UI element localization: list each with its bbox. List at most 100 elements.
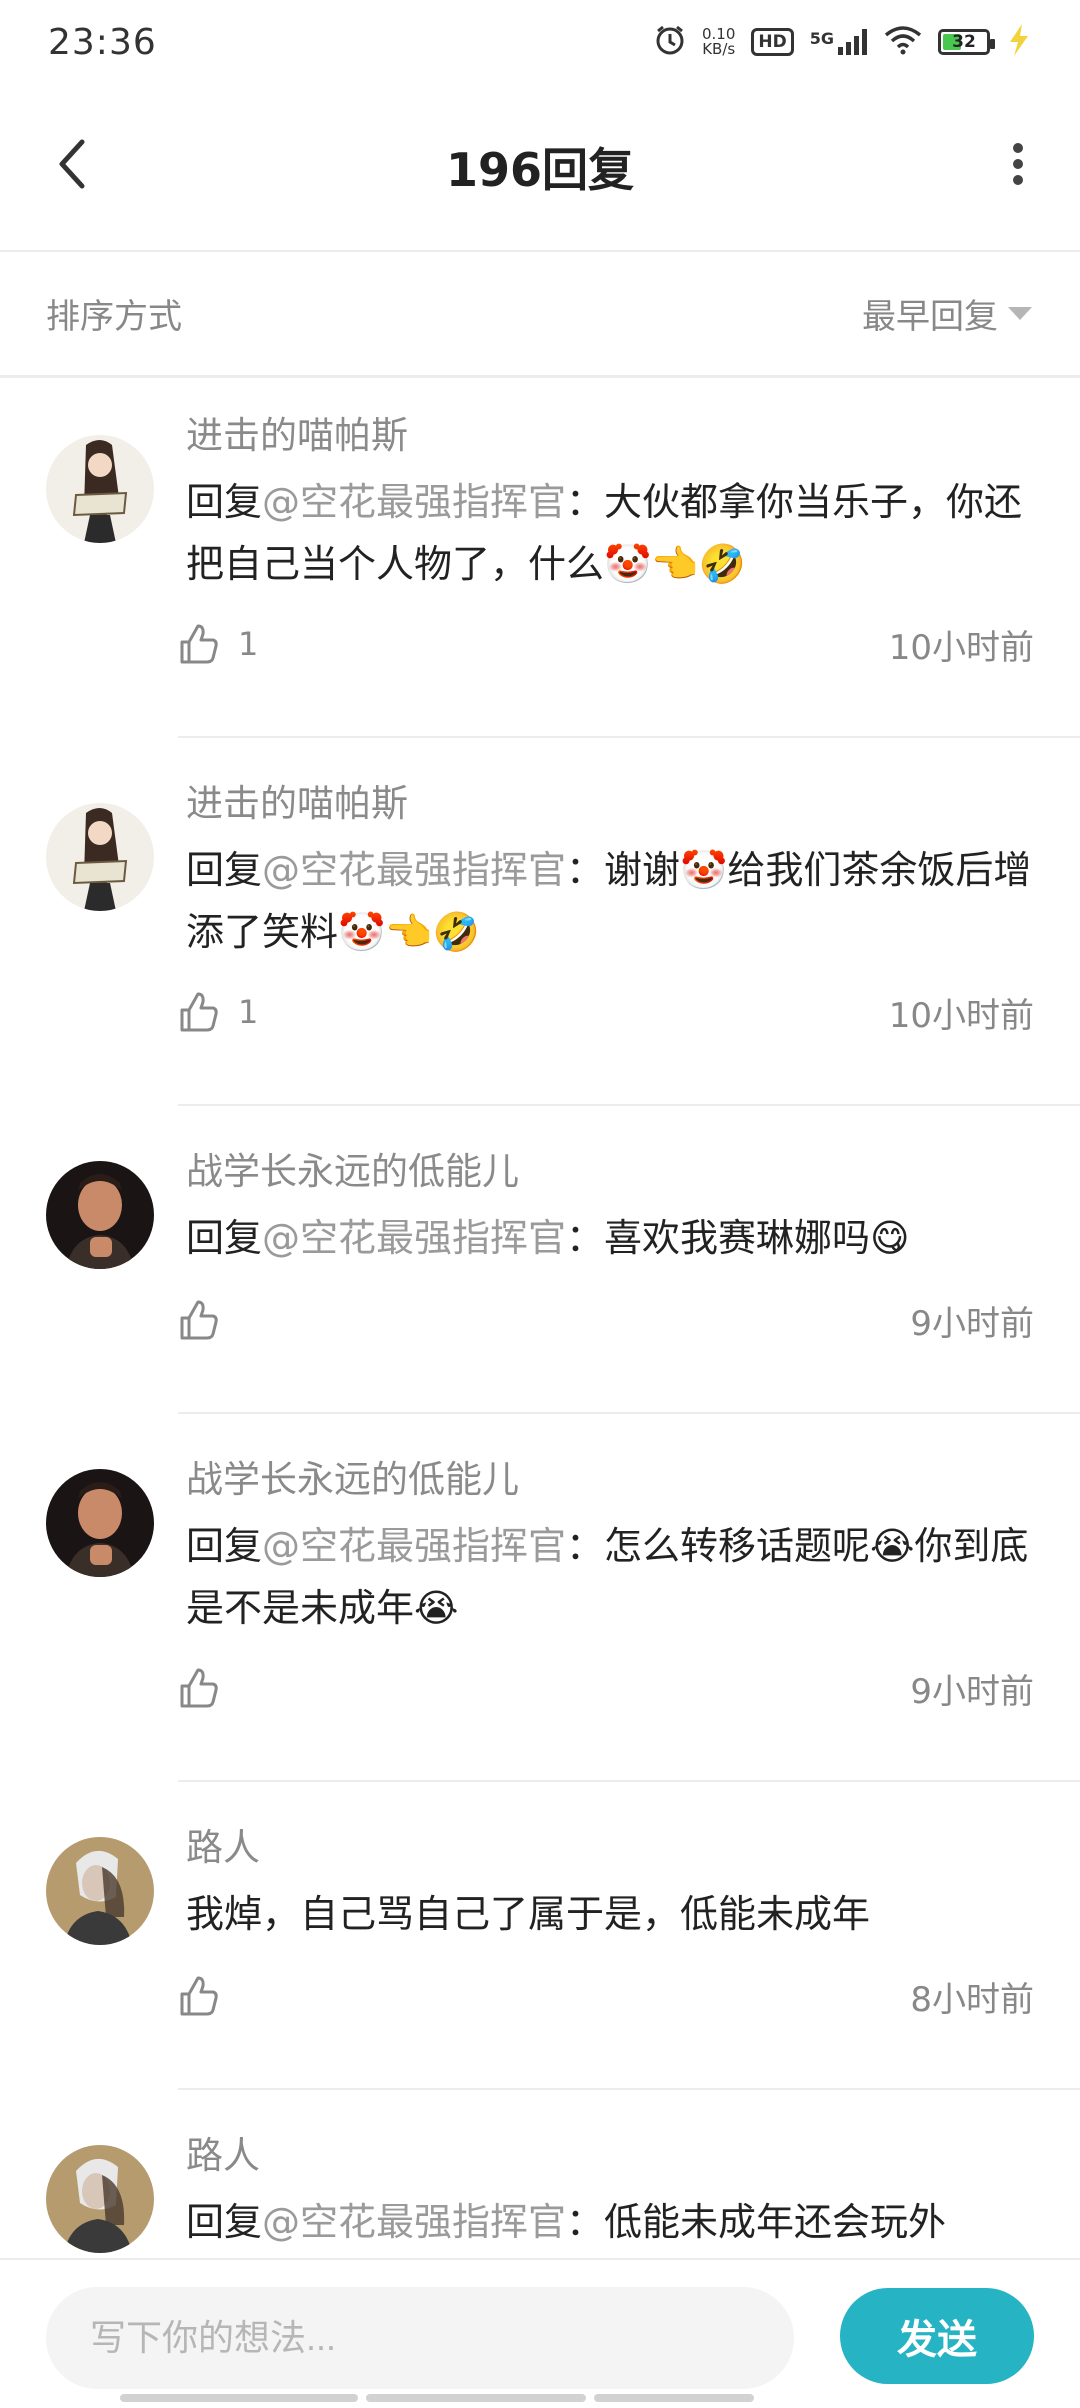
sort-selected: 最早回复 — [862, 297, 998, 337]
comment-item: 路人 我焯，自己骂自己了属于是，低能未成年 8小时前 — [0, 1793, 1080, 2101]
reply-prefix: 回复 — [186, 2200, 263, 2244]
mention-link[interactable]: @空花最强指挥官 — [262, 480, 566, 524]
comment-footer: 9小时前 — [176, 1663, 1034, 1713]
avatar[interactable] — [46, 1161, 154, 1269]
comment-time: 10小时前 — [888, 627, 1034, 668]
avatar[interactable] — [46, 435, 154, 543]
like-button[interactable] — [176, 1974, 238, 2018]
comment-body: 进击的喵帕斯 回复@空花最强指挥官：大伙都拿你当乐子，你还把自己当个人物了，什么… — [186, 413, 1034, 595]
thumbs-up-icon — [180, 992, 218, 1032]
comment-content: ：低能未成年还会玩外 — [566, 2200, 947, 2244]
avatar[interactable] — [46, 2145, 154, 2253]
signal-icon: 5G — [810, 29, 868, 55]
like-count: 1 — [238, 993, 259, 1031]
comment-time: 9小时前 — [910, 1303, 1034, 1344]
mention-link[interactable]: @空花最强指挥官 — [262, 848, 566, 892]
status-time: 23:36 — [48, 21, 157, 63]
comment-body: 进击的喵帕斯 回复@空花最强指挥官：谢谢🤡给我们茶余饭后增添了笑料🤡👈🤣 — [186, 781, 1034, 963]
thumbs-up-icon — [180, 1976, 218, 2016]
battery-text: 32 — [952, 32, 976, 52]
comment-text: 回复@空花最强指挥官：大伙都拿你当乐子，你还把自己当个人物了，什么🤡👈🤣 — [186, 471, 1034, 595]
comment-footer: 9小时前 — [176, 1295, 1034, 1345]
divider — [178, 1104, 1080, 1106]
triangle-down-icon — [1008, 306, 1032, 320]
comment-item: 进击的喵帕斯 回复@空花最强指挥官：大伙都拿你当乐子，你还把自己当个人物了，什么… — [0, 381, 1080, 749]
divider — [178, 2088, 1080, 2090]
net-speed: 0.10 KB/s — [702, 27, 735, 57]
chevron-left-icon — [59, 139, 85, 189]
like-count: 1 — [238, 625, 259, 663]
comment-time: 10小时前 — [888, 995, 1034, 1036]
more-vertical-icon — [1013, 143, 1023, 185]
avatar[interactable] — [46, 1469, 154, 1577]
comment-content: 我焯，自己骂自己了属于是，低能未成年 — [186, 1892, 871, 1936]
battery-icon: 32 — [938, 29, 995, 55]
divider — [178, 1780, 1080, 1782]
network-type: 5G — [809, 29, 834, 48]
reply-prefix: 回复 — [186, 848, 263, 892]
sort-bar: 排序方式 最早回复 — [0, 252, 1080, 378]
mention-link[interactable]: @空花最强指挥官 — [262, 2200, 566, 2244]
comment-body: 战学长永远的低能儿 回复@空花最强指挥官：怎么转移话题呢😭你到底是不是未成年😭 — [186, 1457, 1034, 1639]
back-button[interactable] — [40, 132, 104, 196]
comment-username[interactable]: 进击的喵帕斯 — [186, 781, 1034, 827]
reply-prefix: 回复 — [186, 1216, 263, 1260]
battery-tip — [990, 39, 995, 49]
comment-body: 路人 回复@空花最强指挥官：低能未成年还会玩外 — [186, 2133, 1034, 2253]
gesture-segment — [594, 2394, 754, 2402]
mention-link[interactable]: @空花最强指挥官 — [262, 1216, 566, 1260]
comment-username[interactable]: 路人 — [186, 2133, 1034, 2179]
comment-text: 回复@空花最强指挥官：怎么转移话题呢😭你到底是不是未成年😭 — [186, 1515, 1034, 1639]
avatar[interactable] — [46, 803, 154, 911]
comment-text: 我焯，自己骂自己了属于是，低能未成年 — [186, 1883, 1034, 1945]
gesture-bar — [120, 2394, 754, 2402]
comment-input-bar: 发送 — [0, 2258, 1080, 2408]
comment-footer: 8小时前 — [176, 1971, 1034, 2021]
comment-footer: 1 10小时前 — [176, 987, 1034, 1037]
gesture-segment — [120, 2394, 358, 2402]
comment-text: 回复@空花最强指挥官：低能未成年还会玩外 — [186, 2191, 1034, 2253]
sort-label: 排序方式 — [46, 297, 182, 337]
net-speed-unit: KB/s — [702, 40, 736, 58]
divider — [178, 1412, 1080, 1414]
page-title: 196回复 — [445, 143, 635, 197]
hd-badge: HD — [751, 28, 794, 56]
page-header: 196回复 — [0, 84, 1080, 252]
thumbs-up-icon — [180, 1300, 218, 1340]
mention-link[interactable]: @空花最强指挥官 — [262, 1524, 566, 1568]
thumbs-up-icon — [180, 1668, 218, 1708]
alarm-icon — [654, 24, 686, 60]
comment-footer: 1 10小时前 — [176, 619, 1034, 669]
comment-body: 战学长永远的低能儿 回复@空花最强指挥官：喜欢我赛琳娜吗😋 — [186, 1149, 1034, 1269]
comment-username[interactable]: 进击的喵帕斯 — [186, 413, 1034, 459]
thumbs-up-icon — [180, 624, 218, 664]
comment-username[interactable]: 战学长永远的低能儿 — [186, 1149, 1034, 1195]
like-button[interactable]: 1 — [176, 622, 258, 666]
avatar[interactable] — [46, 1837, 154, 1945]
comment-time: 8小时前 — [910, 1979, 1034, 2020]
comment-list[interactable]: 进击的喵帕斯 回复@空花最强指挥官：大伙都拿你当乐子，你还把自己当个人物了，什么… — [0, 381, 1080, 2257]
comment-username[interactable]: 路人 — [186, 1825, 1034, 1871]
comment-item: 路人 回复@空花最强指挥官：低能未成年还会玩外 — [0, 2101, 1080, 2257]
comment-text: 回复@空花最强指挥官：喜欢我赛琳娜吗😋 — [186, 1207, 1034, 1269]
like-button[interactable] — [176, 1298, 238, 1342]
wifi-icon — [884, 25, 922, 59]
comment-input[interactable] — [46, 2287, 794, 2389]
gesture-segment — [366, 2394, 586, 2402]
comment-username[interactable]: 战学长永远的低能儿 — [186, 1457, 1034, 1503]
reply-prefix: 回复 — [186, 1524, 263, 1568]
status-icons: 0.10 KB/s HD 5G 32 — [654, 24, 1032, 60]
divider — [178, 736, 1080, 738]
send-button[interactable]: 发送 — [840, 2288, 1034, 2384]
reply-prefix: 回复 — [186, 480, 263, 524]
sort-dropdown[interactable]: 最早回复 — [862, 289, 1032, 338]
comment-item: 进击的喵帕斯 回复@空花最强指挥官：谢谢🤡给我们茶余饭后增添了笑料🤡👈🤣 1 1… — [0, 749, 1080, 1117]
comment-time: 9小时前 — [910, 1671, 1034, 1712]
like-button[interactable] — [176, 1666, 238, 1710]
comment-text: 回复@空花最强指挥官：谢谢🤡给我们茶余饭后增添了笑料🤡👈🤣 — [186, 839, 1034, 963]
more-button[interactable] — [986, 132, 1050, 196]
comment-body: 路人 我焯，自己骂自己了属于是，低能未成年 — [186, 1825, 1034, 1945]
like-button[interactable]: 1 — [176, 990, 258, 1034]
status-bar: 23:36 0.10 KB/s HD 5G 32 — [0, 0, 1080, 84]
charging-icon — [1006, 24, 1032, 60]
